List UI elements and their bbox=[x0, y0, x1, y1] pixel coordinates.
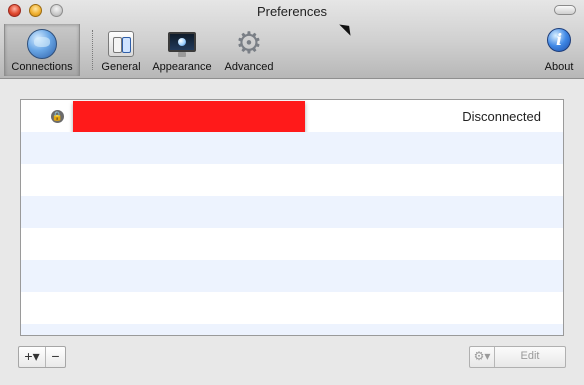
info-icon: i bbox=[543, 28, 575, 60]
remove-connection-button[interactable]: − bbox=[45, 347, 65, 367]
edit-button[interactable]: Edit bbox=[495, 347, 565, 367]
toolbar-general-label: General bbox=[101, 61, 141, 73]
toolbar-advanced[interactable]: ⚙ Advanced bbox=[220, 24, 278, 76]
add-connection-button[interactable]: +▾ bbox=[19, 347, 45, 367]
connection-row[interactable]: 🔒 Disconnected bbox=[21, 100, 563, 136]
window-title: Preferences bbox=[256, 4, 328, 19]
empty-row bbox=[21, 132, 563, 164]
toolbar-advanced-label: Advanced bbox=[224, 61, 274, 73]
empty-row bbox=[21, 292, 563, 324]
switches-icon bbox=[105, 28, 137, 60]
connection-status: Disconnected bbox=[462, 109, 541, 124]
empty-row bbox=[21, 324, 563, 335]
toolbar-connections-label: Connections bbox=[11, 61, 73, 73]
toolbar-appearance[interactable]: Appearance bbox=[148, 24, 216, 76]
toolbar-general[interactable]: General bbox=[98, 24, 144, 76]
connections-list[interactable]: 🔒 Disconnected bbox=[20, 99, 564, 336]
toolbar-about[interactable]: i About bbox=[538, 24, 580, 76]
preferences-window: Preferences Connections General Appearan… bbox=[0, 0, 584, 385]
empty-row bbox=[21, 260, 563, 292]
lock-icon: 🔒 bbox=[51, 110, 64, 123]
gear-icon: ⚙ bbox=[235, 27, 263, 60]
globe-icon bbox=[26, 28, 58, 60]
connection-actions: ⚙▾ Edit bbox=[469, 346, 566, 368]
toolbar-separator bbox=[92, 30, 94, 70]
toolbar-about-label: About bbox=[544, 61, 574, 73]
empty-row bbox=[21, 164, 563, 196]
action-menu-gear-icon[interactable]: ⚙▾ bbox=[470, 347, 495, 367]
toolbar-connections[interactable]: Connections bbox=[4, 24, 80, 76]
add-remove-buttons: +▾ − bbox=[18, 346, 66, 368]
empty-row bbox=[21, 228, 563, 260]
redacted-connection-name bbox=[73, 101, 305, 136]
toolbar-appearance-label: Appearance bbox=[152, 61, 212, 73]
mouse-pointer-icon bbox=[339, 20, 355, 36]
monitor-icon bbox=[166, 28, 198, 60]
toolbar: Preferences Connections General Appearan… bbox=[0, 0, 584, 79]
empty-row bbox=[21, 196, 563, 228]
